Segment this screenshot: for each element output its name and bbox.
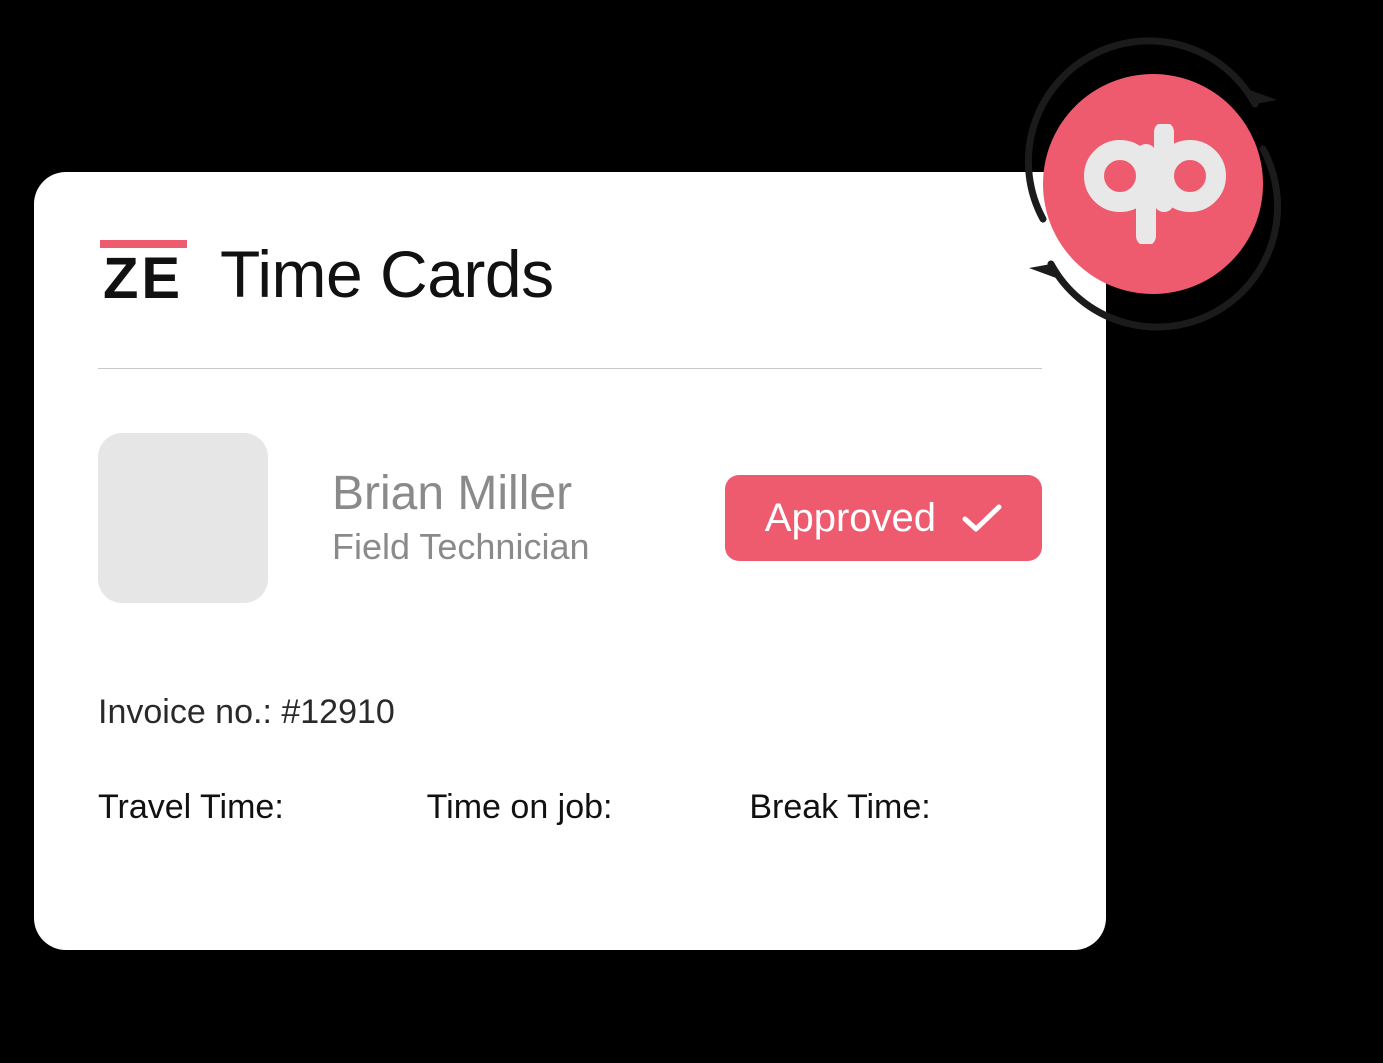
time-card-panel: ZE Time Cards Brian Miller Field Technic… bbox=[34, 172, 1106, 950]
travel-time-label: Travel Time: bbox=[98, 788, 391, 827]
sync-badge bbox=[983, 14, 1323, 354]
check-icon bbox=[962, 502, 1002, 534]
invoice-line: Invoice no.: #12910 bbox=[98, 693, 1042, 732]
time-on-job-label: Time on job: bbox=[391, 788, 720, 827]
approved-button[interactable]: Approved bbox=[725, 475, 1042, 561]
employee-name: Brian Miller bbox=[332, 468, 661, 521]
break-time-label: Break Time: bbox=[719, 788, 1042, 827]
time-breakdown-row: Travel Time: Time on job: Break Time: bbox=[98, 788, 1042, 827]
employee-role: Field Technician bbox=[332, 526, 661, 568]
avatar bbox=[98, 433, 268, 603]
invoice-label: Invoice no.: bbox=[98, 693, 272, 731]
logo-text: ZE bbox=[103, 250, 183, 308]
invoice-number: #12910 bbox=[281, 693, 394, 731]
employee-row: Brian Miller Field Technician Approved bbox=[98, 433, 1042, 603]
status-label: Approved bbox=[765, 496, 936, 541]
employee-meta: Brian Miller Field Technician bbox=[332, 468, 661, 569]
card-header: ZE Time Cards bbox=[98, 236, 1042, 369]
ze-logo: ZE bbox=[98, 240, 188, 308]
quickbooks-icon bbox=[1043, 74, 1263, 294]
page-title: Time Cards bbox=[220, 236, 554, 312]
